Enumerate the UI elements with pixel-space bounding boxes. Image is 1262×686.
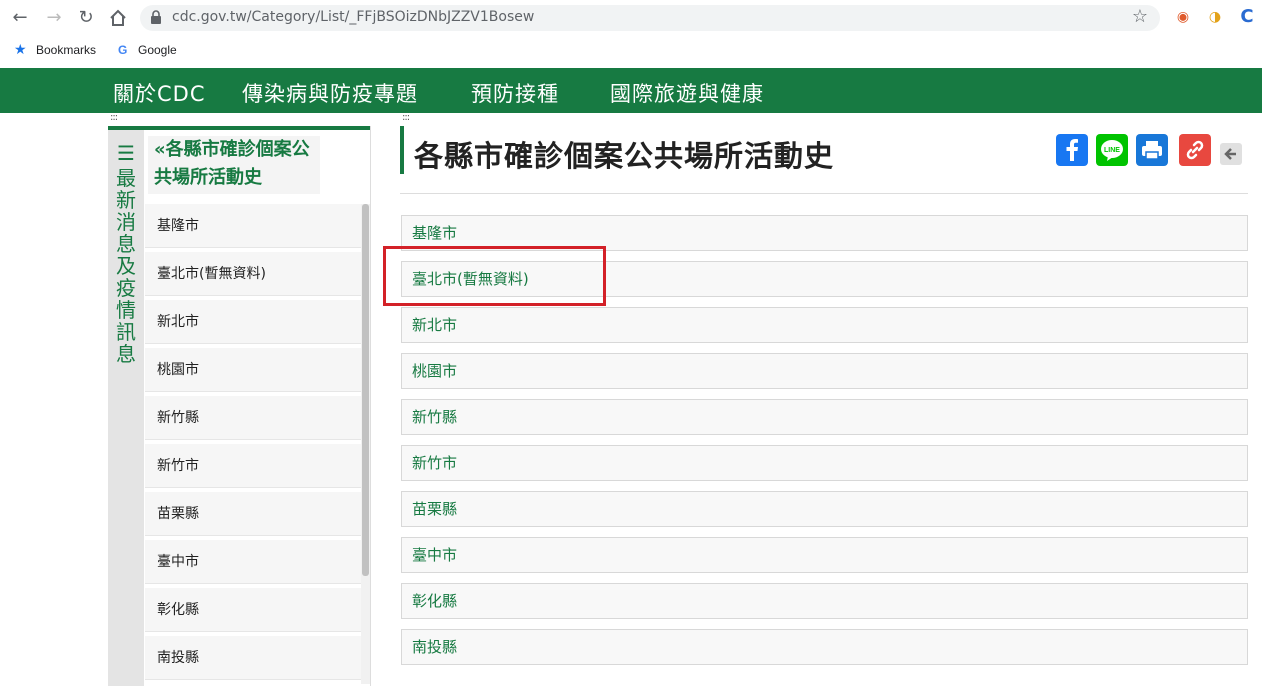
- list-item-hsinchu-city[interactable]: 新竹市: [401, 445, 1248, 481]
- home-icon[interactable]: [106, 6, 130, 30]
- browser-toolbar: ← → ↻ cdc.gov.tw/Category/List/_FFjBSOiz…: [0, 0, 1262, 36]
- sidebar-item-taoyuan[interactable]: 桃園市: [145, 348, 361, 392]
- svg-text:LINE: LINE: [1104, 147, 1120, 154]
- sidebar-item-miaoli[interactable]: 苗栗縣: [145, 492, 361, 536]
- list-item-nantou[interactable]: 南投縣: [401, 629, 1248, 665]
- sidebar-item-nantou[interactable]: 南投縣: [145, 636, 361, 680]
- printer-icon: [1142, 141, 1162, 160]
- back-button[interactable]: [1220, 143, 1242, 165]
- copy-link-button[interactable]: [1179, 134, 1211, 166]
- nav-infectious-diseases[interactable]: 傳染病與防疫專題: [242, 78, 418, 108]
- forward-arrow-icon[interactable]: →: [42, 6, 66, 30]
- list-item-changhua[interactable]: 彰化縣: [401, 583, 1248, 619]
- extension-c-icon[interactable]: C: [1238, 8, 1256, 26]
- site-navigation: 關於CDC 傳染病與防疫專題 預防接種 國際旅遊與健康: [0, 68, 1262, 113]
- sidebar-scrollbar-thumb[interactable]: [362, 204, 369, 576]
- sidebar-vertical-title[interactable]: ☰ 最新消息及疫情訊息: [114, 143, 138, 365]
- facebook-share-button[interactable]: [1056, 134, 1088, 166]
- sidebar-item-hsinchu-city[interactable]: 新竹市: [145, 444, 361, 488]
- highlight-annotation-box: [383, 246, 606, 306]
- page-title: 各縣市確診個案公共場所活動史: [414, 139, 835, 173]
- sidebar-item-taichung[interactable]: 臺中市: [145, 540, 361, 584]
- link-icon: [1186, 140, 1204, 160]
- sidebar-top-rule: [108, 126, 370, 130]
- address-bar[interactable]: cdc.gov.tw/Category/List/_FFjBSOizDNbJZZ…: [140, 5, 1160, 31]
- sidebar-item-keelung[interactable]: 基隆市: [145, 204, 361, 248]
- back-arrow-icon[interactable]: ←: [8, 6, 32, 30]
- line-share-button[interactable]: LINE: [1096, 134, 1128, 166]
- star-icon: ★: [14, 41, 27, 57]
- bookmarks-bar: ★ Bookmarks G Google: [0, 36, 1262, 68]
- bookmark-star-icon[interactable]: ☆: [1132, 6, 1148, 27]
- facebook-icon: [1066, 139, 1078, 161]
- list-item-taichung[interactable]: 臺中市: [401, 537, 1248, 573]
- bookmark-bookmarks[interactable]: Bookmarks: [36, 43, 96, 57]
- bookmark-google[interactable]: Google: [138, 43, 177, 57]
- title-divider: [400, 193, 1248, 194]
- extension-fish-icon[interactable]: ◉: [1174, 8, 1192, 26]
- extension-rainbow-icon[interactable]: ◑: [1206, 8, 1224, 26]
- sidebar-vertical-label: 最新消息及疫情訊息: [116, 166, 136, 366]
- sidebar-list: 基隆市 臺北市(暫無資料) 新北市 桃園市 新竹縣 新竹市 苗栗縣 臺中市 彰化…: [145, 204, 361, 684]
- list-item-miaoli[interactable]: 苗栗縣: [401, 491, 1248, 527]
- sidebar-item-hsinchu-county[interactable]: 新竹縣: [145, 396, 361, 440]
- print-button[interactable]: [1136, 134, 1168, 166]
- url-text: cdc.gov.tw/Category/List/_FFjBSOizDNbJZZ…: [172, 9, 535, 25]
- line-icon: LINE: [1101, 140, 1123, 161]
- accesskey-dots-left: :::: [110, 112, 118, 123]
- sidebar-item-taipei[interactable]: 臺北市(暫無資料): [145, 252, 361, 296]
- arrow-left-icon: [1224, 148, 1236, 160]
- accesskey-dots-main: :::: [402, 112, 410, 123]
- sidebar-header[interactable]: «各縣市確診個案公共場所活動史: [148, 136, 320, 194]
- google-icon: G: [118, 43, 128, 57]
- sidebar-divider: [370, 126, 371, 686]
- nav-about-cdc[interactable]: 關於CDC: [113, 78, 206, 108]
- nav-vaccination[interactable]: 預防接種: [471, 78, 559, 108]
- reload-icon[interactable]: ↻: [74, 6, 98, 30]
- menu-icon: ☰: [117, 141, 135, 165]
- sidebar-item-new-taipei[interactable]: 新北市: [145, 300, 361, 344]
- sidebar-item-changhua[interactable]: 彰化縣: [145, 588, 361, 632]
- list-item-new-taipei[interactable]: 新北市: [401, 307, 1248, 343]
- nav-travel-health[interactable]: 國際旅遊與健康: [610, 78, 764, 108]
- list-item-hsinchu-county[interactable]: 新竹縣: [401, 399, 1248, 435]
- lock-icon: [151, 10, 161, 24]
- title-accent-bar: [400, 126, 404, 174]
- list-item-taoyuan[interactable]: 桃園市: [401, 353, 1248, 389]
